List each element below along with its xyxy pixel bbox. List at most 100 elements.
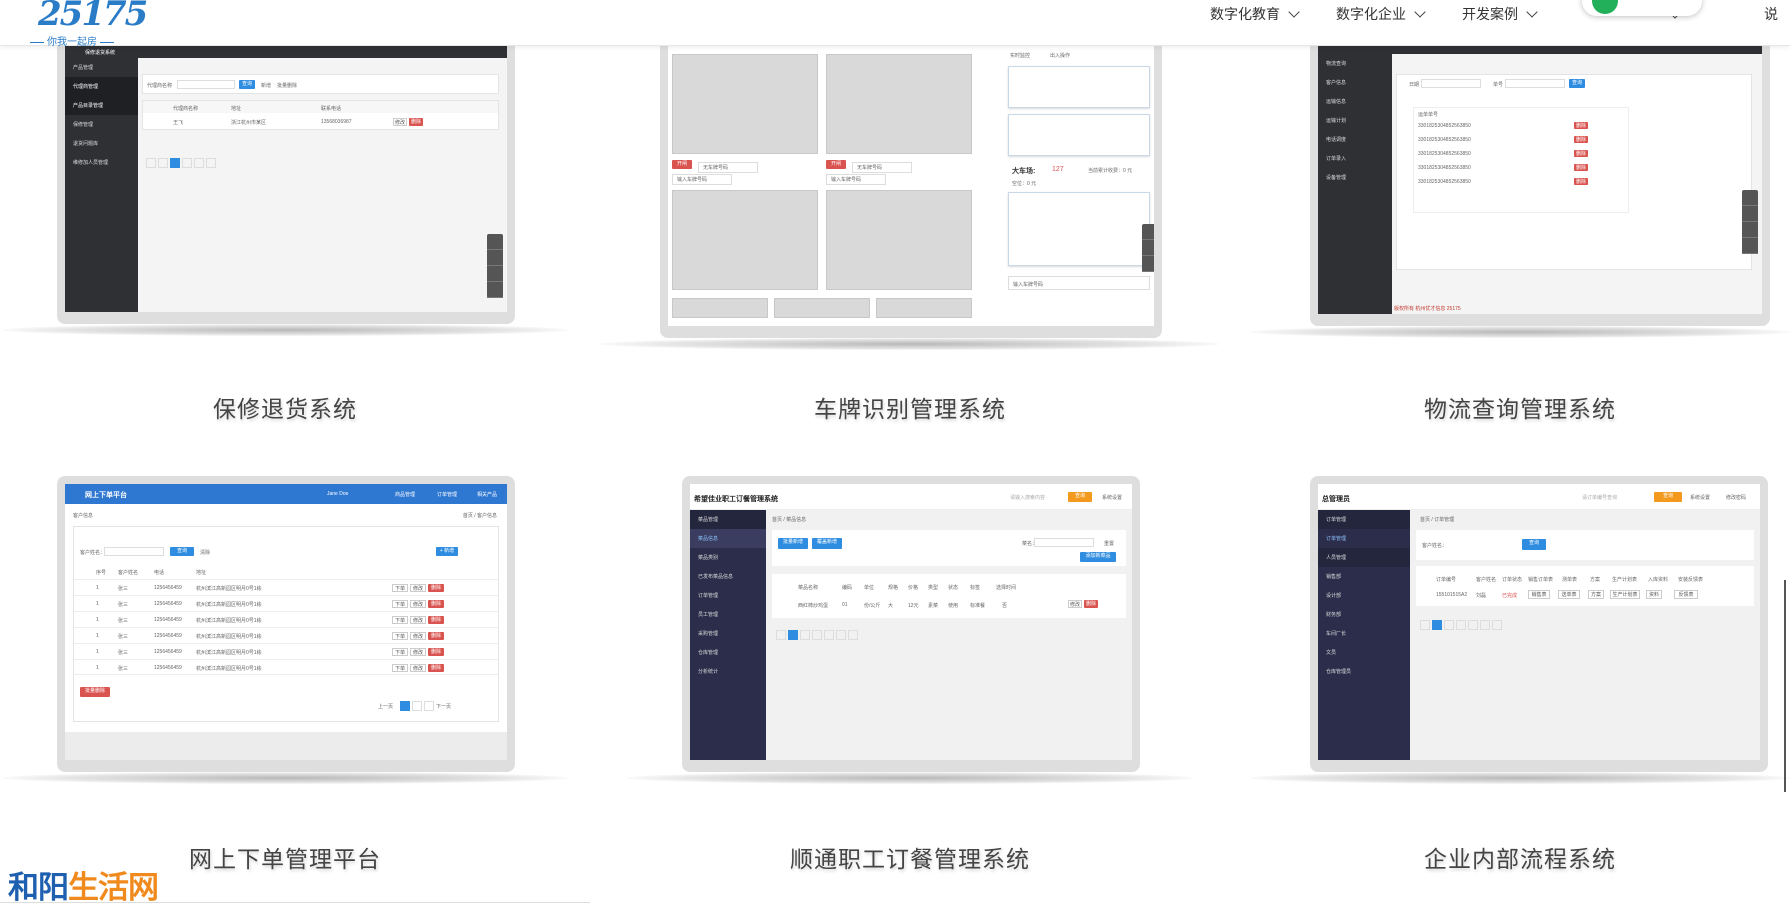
cell: 1256456459 <box>154 585 182 591</box>
cell: 3301825304852563850 <box>1418 179 1471 185</box>
menu-item: 分析统计 <box>698 669 719 675</box>
order-table: 订单编号 客户姓名 订单状态 销售订单表 测单表 方案 生产计划表 入库资料 安… <box>1416 566 1754 606</box>
add-link: 新增 <box>261 83 272 89</box>
menu-item: 代理商管理 <box>65 77 138 96</box>
search-button: 查询 <box>1654 492 1682 502</box>
order-button: 下单 <box>392 664 408 672</box>
nav-item-digital-enterprise[interactable]: 数字化企业 <box>1336 4 1426 24</box>
nav-item-cutoff[interactable]: 说 <box>1764 4 1778 24</box>
side-tools <box>487 234 503 298</box>
camera-tile <box>826 54 972 154</box>
col-header: 代理商名称 <box>173 106 199 112</box>
cell-button: 资料 <box>1646 590 1662 599</box>
menu-item: 物流查询 <box>1326 61 1347 67</box>
edit-button: 修改 <box>410 584 426 592</box>
screenshot-wangshang: 网上下单平台 Jane Doe 商品管理 订单管理 相关产品 客户信息 首页 /… <box>65 484 507 760</box>
cell: 标准餐 <box>970 603 986 609</box>
breadcrumb: 首页 / 菜品信息 <box>772 517 807 523</box>
cell: 使用 <box>948 603 959 609</box>
cell: 张三 <box>118 650 129 656</box>
laptop-base-shadow <box>600 338 1220 350</box>
info-panel <box>1008 114 1150 156</box>
floating-chat-widget[interactable]: 1 <box>1582 0 1702 16</box>
menu-item: 销售部 <box>1326 574 1342 580</box>
reset-link: 重置 <box>1104 541 1115 547</box>
chevron-down-icon <box>1288 5 1300 18</box>
top-menu: 商品管理 <box>395 492 416 498</box>
case-card-chepai[interactable]: 开闸 无车牌号码 输入车牌号码 开闸 无车牌号码 输入车牌号码 实时监控 出入操… <box>600 46 1220 426</box>
menu-item: 已发布菜品信息 <box>698 574 734 580</box>
nav-item-label: 开发案例 <box>1462 6 1518 22</box>
nav-item-digital-education[interactable]: 数字化教育 <box>1210 4 1300 24</box>
table-row: 1 张三 1256456459 杭州滨江高新园区明月0号1栋 下单 修改 删除 <box>74 627 498 643</box>
open-gate-button: 开闸 <box>826 160 846 169</box>
case-caption[interactable]: 企业内部流程系统 <box>1250 840 1790 874</box>
app-title: 网上下单平台 <box>85 492 127 499</box>
site-logo[interactable]: 25175 你我一起房 <box>26 0 148 48</box>
menu-item: 人员管理 <box>1318 548 1410 567</box>
menu-item: 订单管理 <box>1326 536 1347 542</box>
right-edge-scroll <box>1784 580 1790 792</box>
camera-tile <box>672 54 818 154</box>
col-header: 选择时间 <box>996 585 1017 591</box>
cell: 杭州滨江高新园区明月0号1栋 <box>196 650 262 656</box>
search-button: 查询 <box>170 547 194 556</box>
case-card-wuliu[interactable]: 物流查询 客户信息 运输信息 运输计划 电话调度 订单录入 设备管理 日期 单号… <box>1250 46 1790 426</box>
menu-item: 仓库管理员 <box>1326 669 1352 675</box>
delete-button: 删除 <box>428 584 444 592</box>
nav-item-dev-cases[interactable]: 开发案例 <box>1462 4 1538 24</box>
reset-link: 清除 <box>200 550 211 556</box>
case-caption[interactable]: 物流查询管理系统 <box>1250 390 1790 424</box>
pagination <box>400 701 436 711</box>
col-header: 序号 <box>96 570 107 576</box>
case-caption[interactable]: 顺通职工订餐管理系统 <box>620 840 1200 874</box>
watermark-part1: 和阳 <box>8 870 69 906</box>
delete-button: 删除 <box>1574 178 1588 185</box>
menu-item: 订单录入 <box>1326 156 1347 162</box>
search-input <box>104 547 164 556</box>
camera-tile <box>672 190 818 290</box>
delete-button: 删除 <box>1084 600 1098 608</box>
cell: 杭州滨江高新园区明月0号1栋 <box>196 602 262 608</box>
batch-add-button: 批量新增 <box>778 538 808 549</box>
cell: 01 <box>842 602 848 608</box>
cell: 王飞 <box>173 120 184 126</box>
cell: 素菜 <box>928 603 939 609</box>
search-input <box>177 80 235 89</box>
menu-item: 产品管理 <box>73 65 94 71</box>
case-card-liucheng[interactable]: 总管理员 请订单编号查询 查询 系统设置 修改密码 订单管理 订单管理 人员管理… <box>1250 476 1790 876</box>
cell: 大 <box>888 603 894 609</box>
top-menu: 相关产品 <box>477 492 498 498</box>
app-sidebar: 物流查询 客户信息 运输信息 运输计划 电话调度 订单录入 设备管理 <box>1318 54 1392 314</box>
menu-item: 员工管理 <box>698 612 719 618</box>
laptop-base-shadow <box>2 772 568 784</box>
search-panel: 客户姓名： 查询 <box>1416 530 1754 560</box>
watermark-part2: 生活网 <box>68 870 159 906</box>
col-header: 测单表 <box>1562 577 1578 583</box>
order-button: 下单 <box>392 600 408 608</box>
pagination <box>776 630 860 640</box>
col-header: 客户姓名 <box>118 570 139 576</box>
menu-item: 运输计划 <box>1326 118 1347 124</box>
edit-button: 修改 <box>410 616 426 624</box>
side-tools <box>1742 190 1758 254</box>
case-caption[interactable]: 保修退货系统 <box>0 390 570 424</box>
app-titlebar: 希望佳业职工订餐管理系统 请输入搜索内容 查询 系统设置 <box>690 484 1132 510</box>
cell: 1 <box>96 601 99 607</box>
edit-button: 修改 <box>410 664 426 672</box>
case-card-baoxiu[interactable]: 保修退货系统 产品管理 代理商管理 产品目录管理 保修管理 退货问题库 维修加人… <box>0 46 570 426</box>
nav-item-label: 数字化教育 <box>1210 6 1280 22</box>
add-button: + 新增 <box>436 547 458 556</box>
col-header: 规格 <box>888 585 899 591</box>
section-title: 客户信息 <box>73 513 94 519</box>
cell: 1256456459 <box>154 649 182 655</box>
case-caption[interactable]: 车牌识别管理系统 <box>600 390 1220 424</box>
case-card-wangshang[interactable]: 网上下单平台 Jane Doe 商品管理 订单管理 相关产品 客户信息 首页 /… <box>0 476 570 876</box>
filter-input <box>1034 538 1094 547</box>
delete-button: 删除 <box>409 118 423 126</box>
case-card-dingcan[interactable]: 希望佳业职工订餐管理系统 请输入搜索内容 查询 系统设置 菜品管理 菜品信息 菜… <box>620 476 1200 876</box>
user-name: Jane Doe <box>327 491 349 497</box>
cell-button: 方案 <box>1588 590 1604 599</box>
cell-button: 送单表 <box>1558 590 1580 599</box>
laptop-frame: 开闸 无车牌号码 输入车牌号码 开闸 无车牌号码 输入车牌号码 实时监控 出入操… <box>660 46 1162 338</box>
